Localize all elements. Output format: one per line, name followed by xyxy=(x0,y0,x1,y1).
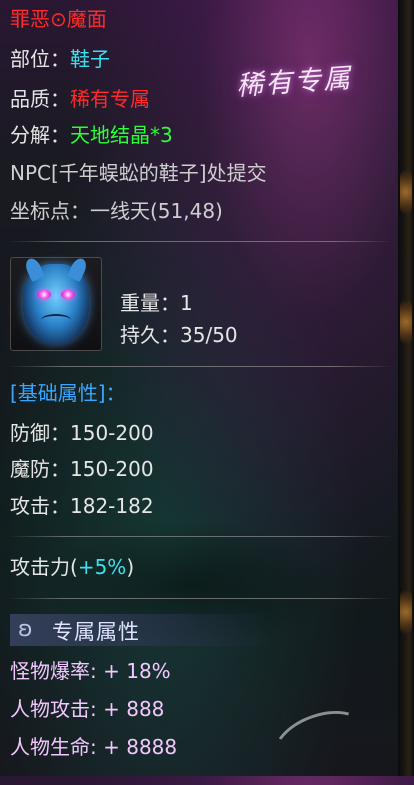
mask-horn-left xyxy=(23,256,45,282)
durability-label: 持久： xyxy=(120,323,180,347)
weight-row: 重量：1 xyxy=(120,290,193,316)
attr-label: 魔防： xyxy=(10,457,70,481)
npc-note: NPC[千年蜈蚣的鞋子]处提交 xyxy=(10,161,267,185)
bonus-value: +5% xyxy=(77,555,127,579)
slot-label: 部位： xyxy=(10,47,70,71)
base-attrs-header: [基础属性]： xyxy=(10,381,126,405)
exclusive-header-label: 专属属性 xyxy=(52,620,140,644)
coord-row: 坐标点：一线天(51,48) xyxy=(10,198,223,224)
coord-label: 坐标点： xyxy=(10,199,90,223)
attr-label: 攻击： xyxy=(10,494,70,518)
exclusive-row-attack: 人物攻击: + 888 xyxy=(10,696,164,722)
exclusive-value: + 888 xyxy=(103,697,165,721)
divider xyxy=(8,536,392,537)
divider xyxy=(8,241,392,242)
durability-row: 持久：35/50 xyxy=(120,322,238,348)
quality-label: 品质： xyxy=(10,87,70,111)
weight-value: 1 xyxy=(180,291,193,315)
exclusive-value: + 8888 xyxy=(103,735,178,759)
decompose-label: 分解： xyxy=(10,123,70,147)
attr-value: 150-200 xyxy=(70,421,154,445)
exclusive-label: 人物生命: xyxy=(10,735,97,759)
frame-ornament xyxy=(400,300,412,344)
mask-eye-right xyxy=(61,290,75,299)
durability-value: 35/50 xyxy=(180,323,238,347)
bonus-close: ) xyxy=(126,555,135,579)
coord-value: 一线天(51,48) xyxy=(90,199,223,223)
attr-row-defense: 防御：150-200 xyxy=(10,420,154,446)
slot-row: 部位：鞋子 xyxy=(10,46,110,72)
frame-ornament xyxy=(400,170,412,214)
item-icon-frame xyxy=(10,256,102,351)
decorative-swirl xyxy=(265,699,375,785)
attr-row-magic-defense: 魔防：150-200 xyxy=(10,456,154,482)
weight-label: 重量： xyxy=(120,291,180,315)
decompose-row: 分解：天地结晶*3 xyxy=(10,122,173,148)
bonus-label: 攻击力( xyxy=(10,555,78,579)
divider xyxy=(8,598,392,599)
divider xyxy=(8,366,392,367)
mask-eye-left xyxy=(37,290,51,299)
attr-row-attack: 攻击：182-182 xyxy=(10,493,154,519)
mask-mouth xyxy=(41,314,71,326)
wings-icon: ʚ xyxy=(18,617,33,642)
attr-label: 防御： xyxy=(10,421,70,445)
item-name: 罪恶⊙魔面 xyxy=(10,7,107,31)
exclusive-label: 怪物爆率: xyxy=(10,659,97,683)
frame-ornament xyxy=(400,590,412,634)
exclusive-row-hp: 人物生命: + 8888 xyxy=(10,734,177,760)
demon-mask-icon xyxy=(23,256,89,344)
mask-horn-right xyxy=(67,256,89,282)
quality-value: 稀有专属 xyxy=(70,87,150,111)
exclusive-header: ʚ 专属属性 xyxy=(10,614,270,646)
frame-edge xyxy=(398,0,414,776)
attr-value: 150-200 xyxy=(70,457,154,481)
slot-value: 鞋子 xyxy=(70,47,110,71)
item-tooltip: 罪恶⊙魔面 稀有专属 部位：鞋子 品质：稀有专属 分解：天地结晶*3 NPC[千… xyxy=(0,0,398,785)
exclusive-value: + 18% xyxy=(103,659,171,683)
rarity-badge: 稀有专属 xyxy=(235,62,354,103)
decompose-value: 天地结晶*3 xyxy=(70,123,173,147)
exclusive-row-drop-rate: 怪物爆率: + 18% xyxy=(10,658,171,684)
quality-row: 品质：稀有专属 xyxy=(10,86,150,112)
bonus-row: 攻击力(+5%) xyxy=(10,554,134,580)
exclusive-label: 人物攻击: xyxy=(10,697,97,721)
attr-value: 182-182 xyxy=(70,494,154,518)
